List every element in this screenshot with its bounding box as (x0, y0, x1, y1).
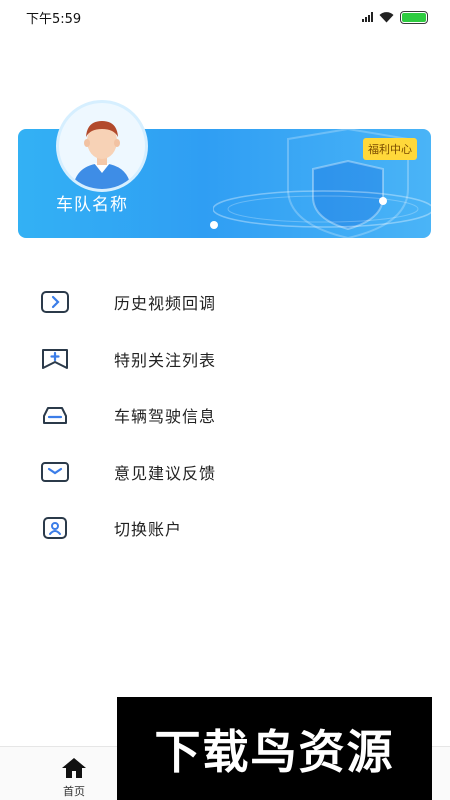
switch-account-icon (43, 517, 67, 539)
avatar[interactable] (56, 100, 148, 192)
car-icon (43, 407, 67, 424)
watermark-text: 下载鸟资源 (154, 724, 395, 779)
menu-item-history-video[interactable]: 历史视频回调 (0, 277, 450, 327)
status-icons (362, 10, 428, 24)
video-playback-icon (41, 291, 69, 313)
menu-label: 切换账户 (114, 520, 183, 539)
nav-label: 首页 (63, 785, 85, 798)
menu-label: 车辆驾驶信息 (114, 407, 217, 426)
feedback-mail-icon (41, 462, 69, 482)
welfare-center-badge[interactable]: 福利中心 (363, 138, 417, 160)
team-name: 车队名称 (56, 195, 128, 215)
battery-icon (400, 10, 428, 24)
bookmark-star-icon (42, 349, 68, 369)
signal-icon (362, 12, 373, 22)
banner-dot (379, 197, 387, 205)
status-bar: 下午5:59 (0, 0, 450, 34)
user-avatar-icon (73, 121, 131, 189)
menu-item-special-follow[interactable]: 特别关注列表 (0, 334, 450, 384)
status-time: 下午5:59 (26, 11, 82, 27)
wifi-icon (379, 11, 394, 23)
menu-label: 历史视频回调 (114, 294, 217, 313)
nav-tab-home[interactable]: 首页 (24, 747, 124, 800)
menu-label: 意见建议反馈 (114, 464, 217, 483)
menu-label: 特别关注列表 (114, 351, 217, 370)
menu-item-vehicle-info[interactable]: 车辆驾驶信息 (0, 390, 450, 440)
home-icon (62, 758, 86, 778)
menu-item-switch-account[interactable]: 切换账户 (0, 503, 450, 553)
banner-dot (210, 221, 218, 229)
watermark-logo: 下载鸟资源 (117, 697, 432, 800)
menu-item-feedback[interactable]: 意见建议反馈 (0, 447, 450, 497)
